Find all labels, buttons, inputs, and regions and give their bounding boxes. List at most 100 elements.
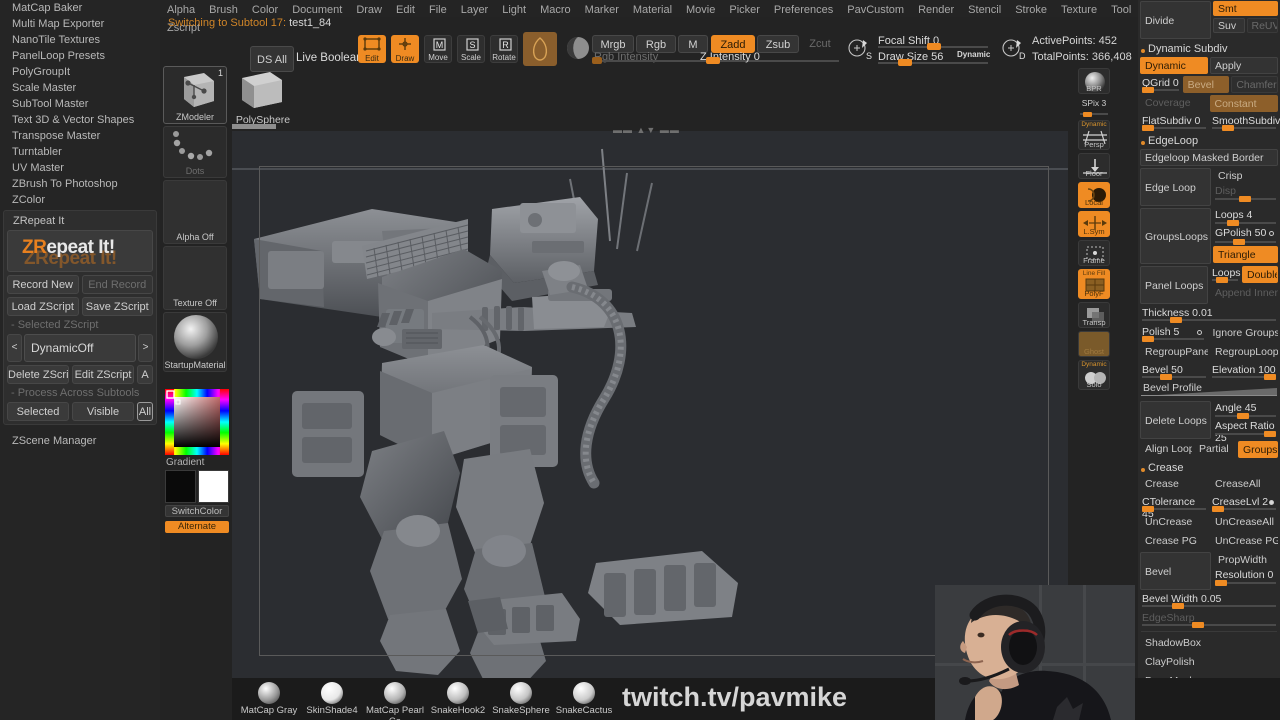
- panel-loops-button[interactable]: Panel Loops: [1140, 266, 1208, 304]
- plugin-item-panelloop-presets[interactable]: PanelLoop Presets: [0, 48, 160, 64]
- creaselvl-slider[interactable]: CreaseLvl 2: [1210, 495, 1278, 512]
- dynamic-badge[interactable]: Dynamic: [957, 50, 990, 59]
- append-inner-button[interactable]: Append Inner: [1210, 285, 1278, 302]
- next-zscript-button[interactable]: >: [138, 334, 153, 362]
- process-all-button[interactable]: All: [137, 402, 153, 421]
- crease-bevel-button[interactable]: Bevel: [1140, 552, 1211, 590]
- menu-item-marker[interactable]: Marker: [578, 2, 626, 16]
- crisp-slider[interactable]: Crisp: [1213, 168, 1278, 184]
- tool-scroll-indicator[interactable]: [232, 124, 276, 129]
- uncrease-all-button[interactable]: UnCreaseAll: [1210, 514, 1278, 531]
- rail-button-bpr[interactable]: BPR: [1078, 68, 1110, 94]
- rail-button-floor[interactable]: Floor: [1078, 153, 1110, 179]
- z-intensity-knob[interactable]: [706, 57, 720, 64]
- plugin-item-zcolor[interactable]: ZColor: [0, 192, 160, 208]
- crease-all-button[interactable]: CreaseAll: [1210, 476, 1278, 493]
- angle-slider[interactable]: Angle 45: [1213, 401, 1278, 419]
- ctolerance-slider[interactable]: CTolerance 45: [1140, 495, 1208, 520]
- groupsloops-button[interactable]: GroupsLoops: [1140, 208, 1211, 264]
- rail-button-persp[interactable]: Dynamic Persp: [1078, 120, 1110, 150]
- triangle-button[interactable]: Triangle: [1213, 246, 1278, 263]
- plugin-item-text-3d-vector-shapes[interactable]: Text 3D & Vector Shapes: [0, 112, 160, 128]
- menu-item-macro[interactable]: Macro: [533, 2, 578, 16]
- edit-mode-button[interactable]: Edit: [358, 35, 386, 63]
- material-snakecactus[interactable]: SnakeCactus: [549, 680, 619, 716]
- rotate-mode-button[interactable]: R Rotate: [490, 35, 518, 63]
- reuv-button[interactable]: ReUV: [1246, 18, 1278, 33]
- dynamic-subdiv-section[interactable]: Dynamic Subdiv: [1138, 41, 1280, 57]
- plugin-item-nanotile-textures[interactable]: NanoTile Textures: [0, 32, 160, 48]
- material-matcap-pearl-ca[interactable]: MatCap Pearl Ca: [360, 680, 430, 720]
- plugin-item-scale-master[interactable]: Scale Master: [0, 80, 160, 96]
- bevel-toggle[interactable]: Bevel: [1182, 76, 1230, 93]
- menu-item-brush[interactable]: Brush: [202, 2, 245, 16]
- record-new-button[interactable]: Record New: [7, 275, 79, 294]
- polish-dot-icon[interactable]: [1196, 330, 1202, 335]
- switch-color-button[interactable]: SwitchColor: [165, 505, 229, 517]
- draw-mode-button[interactable]: Draw: [391, 35, 419, 63]
- aspect-ratio-slider[interactable]: Aspect Ratio 25: [1213, 419, 1278, 444]
- delete-zscript-button[interactable]: Delete ZScript: [7, 365, 69, 384]
- primary-color-swatch[interactable]: [165, 470, 196, 503]
- secondary-color-swatch[interactable]: [198, 470, 229, 503]
- prev-zscript-button[interactable]: <: [7, 334, 22, 362]
- divide-button[interactable]: Divide: [1140, 1, 1211, 39]
- menu-item-preferences[interactable]: Preferences: [767, 2, 840, 16]
- edge-sharp-slider[interactable]: EdgeSharp: [1140, 611, 1278, 628]
- brush-slot[interactable]: 1 ZModeler: [163, 66, 227, 124]
- plugin-item-zscene-manager[interactable]: ZScene Manager: [0, 433, 160, 449]
- rgb-intensity-knob[interactable]: [592, 57, 602, 64]
- menu-item-stencil[interactable]: Stencil: [961, 2, 1008, 16]
- crease-pg-button[interactable]: Crease PG: [1140, 533, 1208, 550]
- rail-button-transp[interactable]: Transp: [1078, 302, 1110, 328]
- rail-button-frame[interactable]: Frame: [1078, 240, 1110, 266]
- viewport-scroll-handle[interactable]: ▬▬ ▲▼ ▬▬: [613, 125, 680, 135]
- rail-button-ghost[interactable]: Ghost: [1078, 331, 1110, 357]
- draw-size-track[interactable]: [878, 62, 988, 64]
- apply-button[interactable]: Apply: [1210, 57, 1278, 74]
- brush-size-d-icon[interactable]: D: [1000, 36, 1026, 62]
- edit-zscript-button[interactable]: Edit ZScript: [72, 365, 134, 384]
- load-zscript-button[interactable]: Load ZScript: [7, 297, 79, 316]
- zsub-button[interactable]: Zsub: [757, 35, 799, 53]
- elevation-slider[interactable]: Elevation 100: [1210, 363, 1278, 380]
- spix-knob[interactable]: [1083, 112, 1092, 117]
- stroke-slot[interactable]: Dots: [163, 126, 227, 178]
- resolution-slider[interactable]: Resolution 0: [1213, 568, 1278, 587]
- shadowbox-button[interactable]: ShadowBox: [1140, 635, 1278, 652]
- suv-button[interactable]: Suv: [1213, 18, 1245, 33]
- color-picker[interactable]: [165, 389, 229, 455]
- menu-item-edit[interactable]: Edit: [389, 2, 422, 16]
- constant-toggle[interactable]: Constant: [1209, 95, 1278, 112]
- claypolish-button[interactable]: ClayPolish: [1140, 654, 1278, 671]
- rail-button-spix-3[interactable]: SPix 3: [1078, 97, 1110, 117]
- regroup-loops-button[interactable]: RegroupLoops: [1210, 344, 1278, 361]
- edgeloop-section[interactable]: EdgeLoop: [1138, 133, 1280, 149]
- texture-slot[interactable]: Texture Off: [163, 246, 227, 310]
- chamfer-toggle[interactable]: Chamfer: [1231, 76, 1279, 93]
- menu-item-tool[interactable]: Tool: [1104, 2, 1138, 16]
- current-zscript-value[interactable]: DynamicOff: [24, 334, 136, 362]
- crease-button[interactable]: Crease: [1140, 476, 1208, 493]
- active-tool-thumb[interactable]: [236, 68, 288, 114]
- menu-item-stroke[interactable]: Stroke: [1008, 2, 1054, 16]
- a-button[interactable]: A: [137, 365, 153, 384]
- save-zscript-button[interactable]: Save ZScript: [81, 297, 153, 316]
- menu-item-picker[interactable]: Picker: [722, 2, 767, 16]
- double-button[interactable]: Double: [1242, 266, 1278, 283]
- plugin-item-polygroupit[interactable]: PolyGroupIt: [0, 64, 160, 80]
- crease-section[interactable]: Crease: [1138, 460, 1280, 476]
- creaselvl-dot-icon[interactable]: [1269, 500, 1274, 505]
- alternate-button[interactable]: Alternate: [165, 521, 229, 533]
- live-boolean-label[interactable]: Live Boolean: [296, 52, 363, 64]
- align-loops-button[interactable]: Align Loops: [1140, 441, 1192, 458]
- loops2-slider[interactable]: Loops: [1210, 266, 1241, 283]
- menu-item-light[interactable]: Light: [495, 2, 533, 16]
- brush-size-s-icon[interactable]: S: [846, 36, 872, 62]
- qgrid-slider[interactable]: QGrid 0: [1140, 76, 1181, 93]
- scale-mode-button[interactable]: S Scale: [457, 35, 485, 63]
- smt-button[interactable]: Smt: [1213, 1, 1278, 16]
- gpolish-dot-icon[interactable]: [1269, 231, 1274, 236]
- rail-button-polyf[interactable]: Line Fill PolyF: [1078, 269, 1110, 299]
- delete-loops-button[interactable]: Delete Loops: [1140, 401, 1211, 439]
